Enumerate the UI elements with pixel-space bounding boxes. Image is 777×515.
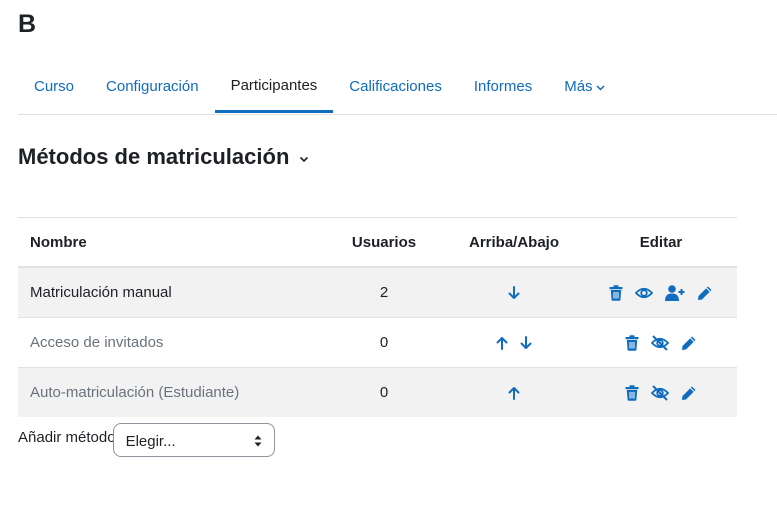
add-method-section: Añadir método Elegir... (18, 423, 275, 457)
method-users-count: 0 (325, 317, 443, 368)
sort-arrows-icon (254, 434, 262, 451)
delete-icon[interactable] (609, 285, 623, 301)
arrow-down-icon[interactable] (520, 336, 532, 350)
eye-slash-icon[interactable] (651, 335, 669, 351)
arrow-down-icon[interactable] (508, 286, 520, 300)
tab-label: Curso (34, 78, 75, 95)
eye-icon[interactable] (634, 286, 653, 300)
method-name: Acceso de invitados (18, 317, 325, 368)
column-header-name: Nombre (18, 217, 325, 268)
table-header-row: Nombre Usuarios Arriba/Abajo Editar (18, 217, 737, 268)
pencil-icon[interactable] (697, 285, 713, 301)
chevron-down-icon (596, 78, 605, 95)
eye-slash-icon[interactable] (651, 385, 669, 401)
delete-icon[interactable] (625, 335, 639, 351)
delete-icon[interactable] (625, 385, 639, 401)
add-method-selected-value: Elegir... (125, 433, 176, 450)
edit-cell (585, 317, 737, 368)
tab-label: Más (564, 78, 593, 95)
pencil-icon[interactable] (681, 335, 697, 351)
table-row: Matriculación manual 2 (18, 266, 737, 318)
arrow-up-icon[interactable] (496, 336, 508, 351)
move-cell (443, 367, 585, 417)
tab-label: Participantes (230, 76, 318, 94)
tab-configuracion[interactable]: Configuración (90, 60, 215, 113)
method-users-count: 0 (325, 367, 443, 417)
move-cell (443, 266, 585, 318)
tab-label: Configuración (106, 78, 199, 95)
tab-participantes[interactable]: Participantes (214, 60, 334, 113)
page-title: Métodos de matriculación (18, 144, 290, 169)
method-users-count: 2 (325, 266, 443, 318)
arrow-up-icon[interactable] (508, 386, 520, 401)
column-header-edit: Editar (585, 217, 737, 268)
chevron-down-icon[interactable] (299, 150, 309, 168)
page-heading: Métodos de matriculación (18, 144, 309, 170)
method-name: Auto-matriculación (Estudiante) (18, 367, 325, 417)
tab-curso[interactable]: Curso (18, 60, 90, 113)
add-method-label: Añadir método (18, 429, 116, 446)
enrolment-methods-table: Nombre Usuarios Arriba/Abajo Editar Matr… (18, 217, 737, 417)
edit-cell (585, 367, 737, 417)
user-plus-icon[interactable] (665, 285, 685, 302)
column-header-updown: Arriba/Abajo (443, 217, 585, 268)
tab-informes[interactable]: Informes (458, 60, 548, 113)
pencil-icon[interactable] (681, 385, 697, 401)
add-method-select[interactable]: Elegir... (112, 423, 275, 457)
tab-label: Calificaciones (349, 78, 442, 95)
tab-label: Informes (473, 78, 533, 95)
table-row: Acceso de invitados 0 (18, 317, 737, 368)
move-cell (443, 317, 585, 368)
tab-mas[interactable]: Más (548, 60, 620, 113)
course-nav-tabs: Curso Configuración Participantes Califi… (18, 60, 777, 115)
table-row: Auto-matriculación (Estudiante) 0 (18, 367, 737, 417)
edit-cell (585, 266, 737, 318)
column-header-users: Usuarios (325, 217, 443, 268)
course-title: B (18, 10, 37, 38)
tab-calificaciones[interactable]: Calificaciones (333, 60, 458, 113)
method-name: Matriculación manual (18, 266, 325, 318)
